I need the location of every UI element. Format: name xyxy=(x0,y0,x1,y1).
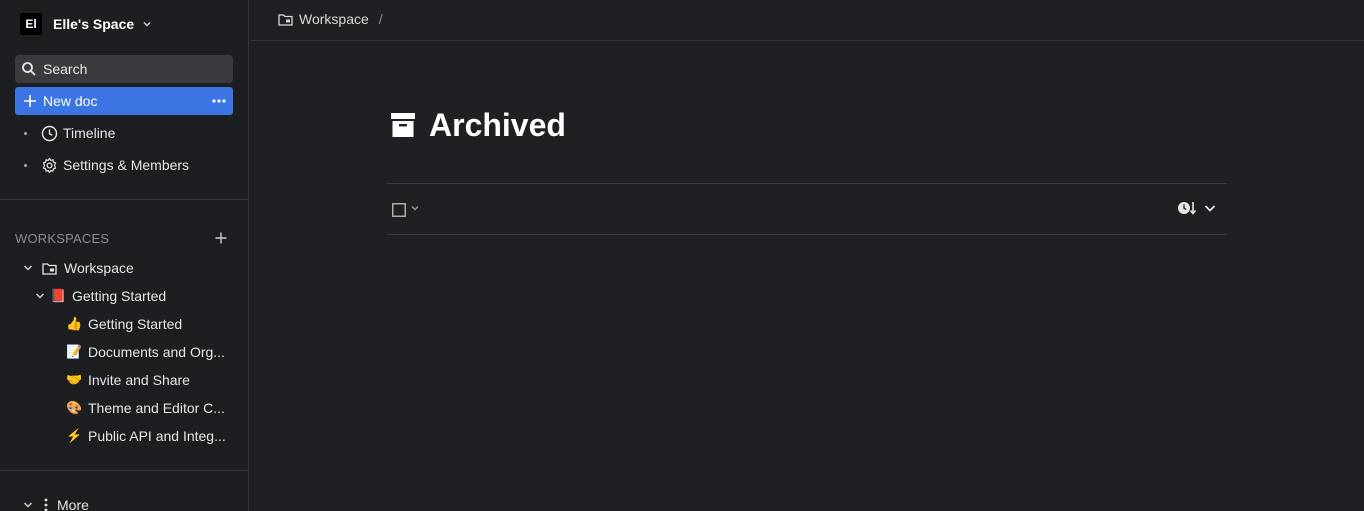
page-title-text: Archived xyxy=(429,106,566,143)
clock-icon xyxy=(41,125,58,142)
new-doc-label: New doc xyxy=(43,93,98,109)
bullet xyxy=(24,163,27,167)
tree-item-label: Workspace xyxy=(64,260,134,276)
sort-by-time-icon[interactable] xyxy=(1177,200,1197,216)
thumbs-up-icon: 👍 xyxy=(66,316,83,331)
tree-doc-item[interactable]: 🎨 Theme and Editor C... xyxy=(66,397,225,419)
more-label: More xyxy=(57,497,89,511)
more-options-icon[interactable] xyxy=(212,94,226,108)
nav-item-timeline[interactable]: Timeline xyxy=(24,122,115,144)
search-label: Search xyxy=(43,61,88,77)
space-name: Elle's Space xyxy=(53,16,135,32)
chevron-down-icon[interactable] xyxy=(22,262,34,274)
tree-doc-item[interactable]: 📝 Documents and Org... xyxy=(66,341,225,363)
top-bar: Workspace / xyxy=(250,0,1364,41)
tree-item-workspace[interactable]: Workspace xyxy=(22,257,134,279)
tree-doc-item[interactable]: 👍 Getting Started xyxy=(66,313,182,335)
bullet xyxy=(24,131,27,135)
gear-icon xyxy=(41,157,58,174)
palette-icon: 🎨 xyxy=(66,400,83,415)
chevron-down-icon[interactable] xyxy=(22,499,34,511)
lightning-icon: ⚡ xyxy=(66,428,83,443)
space-avatar: El xyxy=(20,13,42,35)
workspaces-heading: WORKSPACES xyxy=(15,230,110,246)
search-icon xyxy=(21,61,37,77)
tree-item-label: Theme and Editor C... xyxy=(88,400,225,416)
handshake-icon: 🤝 xyxy=(66,372,83,387)
plus-icon xyxy=(23,94,37,108)
breadcrumb: Workspace / xyxy=(278,10,383,28)
sidebar: El Elle's Space Search New doc Timeline … xyxy=(0,0,249,511)
chevron-down-icon xyxy=(142,19,152,29)
folder-icon xyxy=(42,262,57,275)
nav-item-settings[interactable]: Settings & Members xyxy=(24,154,189,176)
archive-icon xyxy=(390,112,416,138)
tree-doc-item[interactable]: ⚡ Public API and Integ... xyxy=(66,425,226,447)
book-icon: 📕 xyxy=(50,288,67,303)
tree-item-label: Public API and Integ... xyxy=(88,428,226,444)
nav-item-label: Timeline xyxy=(63,125,116,141)
add-workspace-icon[interactable] xyxy=(215,232,227,244)
sort-control[interactable] xyxy=(1177,200,1217,216)
nav-item-label: Settings & Members xyxy=(63,157,190,173)
space-switcher[interactable]: El Elle's Space xyxy=(20,13,152,35)
chevron-down-icon[interactable] xyxy=(410,203,420,213)
folder-icon xyxy=(278,13,293,26)
app-window: El Elle's Space Search New doc Timeline … xyxy=(0,0,1364,511)
tree-item-label: Invite and Share xyxy=(88,372,190,388)
checkbox-icon[interactable] xyxy=(392,203,406,217)
workspaces-header: WORKSPACES xyxy=(15,229,233,247)
new-doc-button[interactable]: New doc xyxy=(15,87,233,115)
chevron-down-icon[interactable] xyxy=(34,290,46,302)
memo-icon: 📝 xyxy=(66,344,83,359)
tree-item-folder[interactable]: 📕 Getting Started xyxy=(34,285,166,307)
tree-doc-item[interactable]: 🤝 Invite and Share xyxy=(66,369,190,391)
tree-item-label: Getting Started xyxy=(88,316,183,332)
breadcrumb-workspace-link[interactable]: Workspace xyxy=(299,11,369,27)
search-button[interactable]: Search xyxy=(15,55,233,83)
page-title: Archived xyxy=(390,105,566,145)
tree-item-label: Getting Started xyxy=(72,288,167,304)
divider xyxy=(0,470,249,471)
chevron-down-icon[interactable] xyxy=(1203,201,1217,215)
divider xyxy=(0,199,249,200)
more-toggle[interactable]: More xyxy=(22,494,89,511)
list-toolbar xyxy=(387,183,1227,235)
vertical-dots-icon xyxy=(44,498,48,511)
select-all-control[interactable] xyxy=(392,203,420,217)
breadcrumb-separator: / xyxy=(378,11,383,27)
tree-item-label: Documents and Org... xyxy=(88,344,225,360)
